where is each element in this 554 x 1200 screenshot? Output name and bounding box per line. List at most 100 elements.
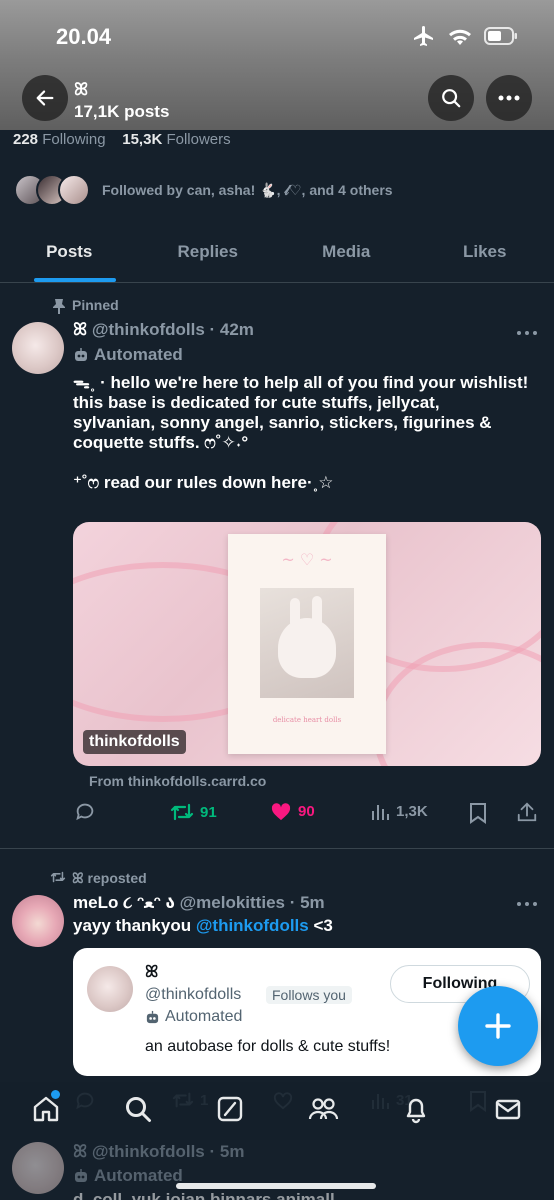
post-text: d_coll_yuk joian binnars animall [73,1190,335,1200]
status-icons [412,24,518,48]
notification-dot [51,1089,60,1099]
battery-icon [484,27,517,45]
reposted-label: ꕤ reposted [72,870,147,886]
retweet-button[interactable]: 91 [170,801,217,823]
airplane-icon [414,26,433,46]
followers-label: Followers [166,131,231,148]
wifi-icon [449,29,471,45]
more-icon [498,95,520,101]
pin-icon [53,299,65,314]
back-arrow-icon [36,90,54,106]
status-time: 20.04 [56,24,112,49]
views-button[interactable]: 1,3K [370,801,428,821]
link-card-image[interactable]: ~ ♡ ~ delicate heart dolls thinkofdolls [73,522,541,766]
retweet-icon [170,803,194,821]
automated-label: Automated [165,1008,243,1025]
bookmark-icon[interactable] [469,802,487,824]
link-source[interactable]: From thinkofdolls.carrd.co [89,773,266,789]
post-text-line: ᯓ˳ · hello we're here to help all of you… [73,373,529,392]
tab-media[interactable]: Media [277,225,416,282]
home-indicator [176,1183,376,1189]
automated-label: Automated [94,1166,183,1185]
tab-label: Posts [46,242,93,261]
automated-badge: Automated [73,345,183,365]
post-text-line [73,453,528,473]
followed-by-text: Followed by can, asha! 🐇, 𝓁♡, and 4 othe… [102,181,393,198]
like-count: 90 [298,802,315,820]
nav-home[interactable] [31,1089,61,1129]
views-count: 1,3K [396,802,428,820]
nav-search[interactable] [123,1094,153,1129]
nav-grok[interactable] [215,1094,245,1129]
following-count: 228 [13,131,39,148]
nav-messages[interactable] [493,1094,523,1129]
plush-shape [278,618,336,678]
bot-icon [75,348,87,361]
views-icon [372,805,389,820]
poster-photo [260,588,354,698]
followed-by-row[interactable]: Followed by can, asha! 🐇, 𝓁♡, and 4 othe… [14,174,393,206]
reply-icon [76,803,94,821]
quote-handle: @thinkofdolls [145,986,242,1003]
nav-notifications[interactable] [401,1094,431,1129]
bot-icon [75,1169,87,1182]
more-options-button[interactable] [486,75,532,121]
tab-label: Likes [463,242,507,261]
follower-avatar [58,174,90,206]
avatar[interactable] [12,322,64,374]
avatar[interactable] [12,1142,64,1194]
plush-ear [312,596,322,628]
envelope-icon [495,1099,521,1119]
author-name[interactable]: ꕤ [73,320,87,339]
more-icon[interactable] [516,330,538,336]
avatar [87,966,133,1012]
poster-caption: delicate heart dolls [272,716,342,724]
poster-title-art: ~ ♡ ~ [281,550,333,569]
pinned-label: Pinned [72,297,119,313]
poster: ~ ♡ ~ delicate heart dolls [228,534,386,754]
automated-badge: Automated [145,1008,242,1026]
post-text-suffix: <3 [308,916,333,935]
author-name[interactable]: meLo ૮ ᵔﻌᵔ ა [73,893,175,912]
followers-link[interactable]: 15,3K Followers [122,131,230,148]
card-tag: thinkofdolls [83,730,186,754]
avatar[interactable] [12,895,64,947]
follows-you-badge: Follows you [266,986,352,1004]
more-icon[interactable] [516,901,538,907]
profile-header: 20.04 ꕤ 17,1K posts [0,0,554,130]
header-posts-count: 17,1K posts [74,102,170,121]
tab-posts[interactable]: Posts [0,225,139,282]
nav-communities[interactable] [307,1094,339,1129]
post-text-line: ⁺˚ෆ read our rules down here·˳☆ [73,473,334,492]
post-text: yayy thankyou @thinkofdolls <3 [73,916,333,936]
tab-label: Replies [177,242,238,261]
mention-link[interactable]: @thinkofdolls [196,916,309,935]
reply-button[interactable] [74,801,96,823]
post-text-line: this base is dedicated for cute stuffs, … [73,393,440,412]
quote-bio: an autobase for dolls & cute stuffs! [145,1038,391,1055]
like-button[interactable]: 90 [270,801,315,821]
search-button[interactable] [428,75,474,121]
following-link[interactable]: 228 Following [13,131,106,148]
header-profile-name: ꕤ [74,80,89,99]
profile-tabs: Posts Replies Media Likes [0,225,554,283]
plus-icon [485,1013,511,1039]
back-button[interactable] [22,75,68,121]
handle-time: @melokitties · 5m [179,893,325,912]
retweet-count: 91 [200,803,217,821]
communities-icon [308,1097,339,1119]
heart-filled-icon [271,803,291,821]
tab-likes[interactable]: Likes [416,225,554,282]
compose-button[interactable] [458,986,538,1066]
tab-label: Media [322,242,371,261]
handle-time: @thinkofdolls · 42m [91,320,254,339]
bot-icon [146,1010,159,1023]
share-icon[interactable] [516,801,538,823]
active-tab-indicator [34,278,116,282]
automated-label: Automated [94,345,183,364]
tab-replies[interactable]: Replies [139,225,278,282]
automated-badge: Automated [73,1166,183,1186]
post-header: ꕤ @thinkofdolls · 42m [73,320,254,340]
post-text-prefix: yayy thankyou [73,916,196,935]
post-text-line: coquette stuffs. ෆ˚✧˖° [73,433,249,452]
